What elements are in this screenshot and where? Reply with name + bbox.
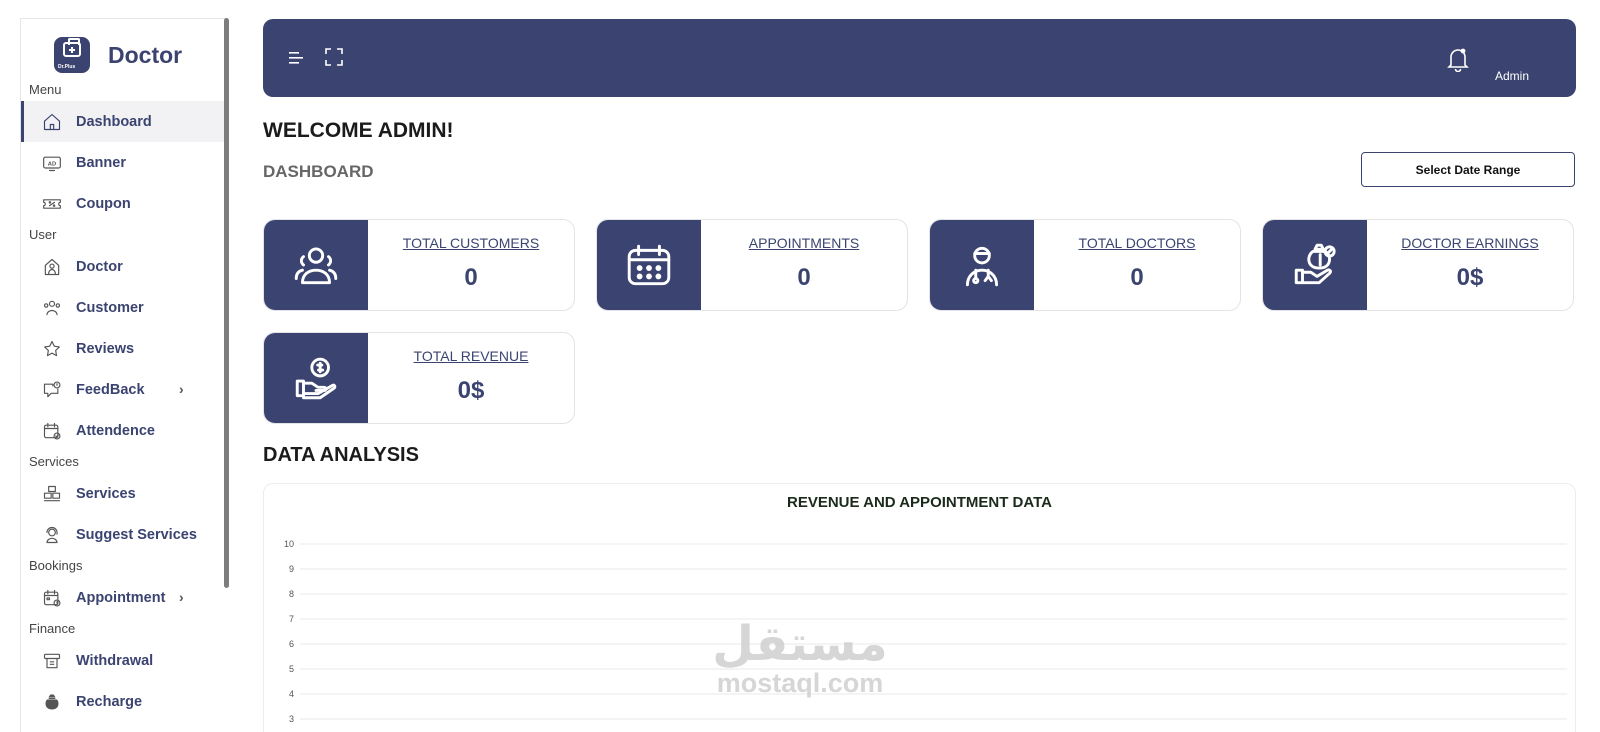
y-tick-label: 10 bbox=[284, 539, 294, 549]
withdraw-icon bbox=[41, 650, 63, 672]
sidebar-item-label: Attendence bbox=[76, 422, 155, 439]
brand[interactable]: Dr.Plus Doctor bbox=[21, 31, 226, 79]
top-bar: Admin bbox=[263, 19, 1576, 97]
sidebar-section-label: Finance bbox=[29, 621, 76, 636]
y-tick-label: 8 bbox=[289, 589, 294, 599]
sidebar-item-recharge[interactable]: Recharge bbox=[21, 681, 226, 722]
stat-label[interactable]: TOTAL CUSTOMERS bbox=[368, 235, 574, 251]
stat-card-total-revenue[interactable]: TOTAL REVENUE 0$ bbox=[263, 332, 575, 424]
support-agent-icon bbox=[41, 524, 63, 546]
stat-card-appointments[interactable]: APPOINTMENTS 0 bbox=[596, 219, 908, 311]
sidebar-item-label: Recharge bbox=[76, 693, 143, 710]
analysis-heading: DATA ANALYSIS bbox=[263, 444, 419, 466]
y-tick-label: 7 bbox=[289, 614, 294, 624]
sidebar-section-label: Menu bbox=[29, 82, 62, 97]
sidebar-item-label: Customer bbox=[76, 299, 144, 316]
brand-name: Doctor bbox=[108, 41, 183, 68]
users-icon bbox=[41, 297, 63, 319]
sidebar-item-dashboard[interactable]: Dashboard bbox=[21, 101, 226, 142]
sidebar-item-appointment[interactable]: Appointment › bbox=[21, 577, 226, 618]
y-tick-label: 5 bbox=[289, 664, 294, 674]
sidebar-section-label: User bbox=[29, 227, 57, 242]
y-tick-label: 4 bbox=[289, 689, 294, 699]
stat-card-total-customers[interactable]: TOTAL CUSTOMERS 0 bbox=[263, 219, 575, 311]
calendar-clock-icon bbox=[41, 587, 63, 609]
watermark: مستقل mostaql.com bbox=[700, 620, 900, 698]
svg-text:AD: AD bbox=[48, 161, 56, 167]
boxes-icon bbox=[41, 483, 63, 505]
home-icon bbox=[41, 111, 63, 133]
sidebar-item-customer[interactable]: Customer bbox=[21, 287, 226, 328]
calendar-icon bbox=[597, 220, 701, 310]
sidebar-section-label: Services bbox=[29, 454, 79, 469]
y-tick-label: 6 bbox=[289, 639, 294, 649]
sidebar-item-label: Coupon bbox=[76, 195, 131, 212]
revenue-chart: REVENUE AND APPOINTMENT DATA 3 4 5 6 7 8 9 10 bbox=[263, 483, 1576, 732]
money-bag-icon bbox=[41, 691, 63, 713]
sidebar-item-label: Doctor bbox=[76, 258, 123, 275]
sidebar-item-banner[interactable]: AD Banner bbox=[21, 142, 226, 183]
earnings-icon bbox=[1263, 220, 1367, 310]
user-name[interactable]: Admin bbox=[1495, 69, 1529, 83]
chevron-right-icon: › bbox=[179, 589, 184, 605]
stat-value: 0 bbox=[797, 264, 811, 291]
watermark-arabic: مستقل bbox=[712, 616, 888, 672]
sidebar-item-label: Services bbox=[76, 485, 136, 502]
medical-bag-icon: Dr.Plus bbox=[54, 37, 90, 73]
date-range-button[interactable]: Select Date Range bbox=[1361, 152, 1575, 187]
customers-icon bbox=[264, 220, 368, 310]
doctor-icon bbox=[930, 220, 1034, 310]
sidebar: Dr.Plus Doctor Menu Dashboard AD Banner Coup… bbox=[20, 18, 226, 732]
welcome-heading: WELCOME ADMIN! bbox=[263, 119, 454, 142]
sidebar-section-label: Bookings bbox=[29, 558, 83, 573]
watermark-latin: mostaql.com bbox=[716, 668, 884, 698]
sidebar-item-label: Suggest Services bbox=[76, 526, 197, 543]
y-tick-label: 3 bbox=[289, 714, 294, 724]
sidebar-item-label: Banner bbox=[76, 154, 126, 171]
stat-label[interactable]: APPOINTMENTS bbox=[701, 235, 907, 251]
sidebar-item-doctor[interactable]: Doctor bbox=[21, 246, 226, 287]
menu-toggle-icon[interactable] bbox=[289, 50, 307, 66]
sidebar-item-feedback[interactable]: FeedBack › bbox=[21, 369, 226, 410]
ad-icon: AD bbox=[41, 152, 63, 174]
stat-card-total-doctors[interactable]: TOTAL DOCTORS 0 bbox=[929, 219, 1241, 311]
stat-label[interactable]: DOCTOR EARNINGS bbox=[1367, 235, 1573, 251]
stat-value: 0$ bbox=[457, 377, 485, 404]
sidebar-item-label: FeedBack bbox=[76, 381, 145, 398]
fullscreen-icon[interactable] bbox=[325, 48, 343, 66]
revenue-icon bbox=[264, 333, 368, 423]
sidebar-item-reviews[interactable]: Reviews bbox=[21, 328, 226, 369]
sidebar-item-label: Dashboard bbox=[76, 113, 152, 130]
y-tick-label: 9 bbox=[289, 564, 294, 574]
stat-value: 0 bbox=[464, 264, 478, 291]
app-root: Dr.Plus Doctor Menu Dashboard AD Banner Coup… bbox=[0, 0, 1600, 732]
stat-value: 0$ bbox=[1456, 264, 1484, 291]
sidebar-item-coupon[interactable]: Coupon bbox=[21, 183, 226, 224]
feedback-icon bbox=[41, 379, 63, 401]
stat-card-doctor-earnings[interactable]: DOCTOR EARNINGS 0$ bbox=[1262, 219, 1574, 311]
chart-plot: 3 4 5 6 7 8 9 10 bbox=[284, 539, 1567, 724]
sidebar-item-withdrawal[interactable]: Withdrawal bbox=[21, 640, 226, 681]
page-title: DASHBOARD bbox=[263, 162, 374, 181]
doctor-icon bbox=[41, 256, 63, 278]
sidebar-item-label: Appointment bbox=[76, 589, 166, 606]
sidebar-nav: Menu Dashboard AD Banner Coupon User Doctor Cus… bbox=[21, 79, 226, 722]
sidebar-scrollbar[interactable] bbox=[224, 18, 229, 588]
bell-icon[interactable] bbox=[1446, 46, 1470, 72]
chevron-right-icon: › bbox=[179, 381, 184, 397]
sidebar-item-label: Withdrawal bbox=[76, 652, 154, 669]
stat-label[interactable]: TOTAL DOCTORS bbox=[1034, 235, 1240, 251]
calendar-check-icon bbox=[41, 420, 63, 442]
sidebar-item-suggest-services[interactable]: Suggest Services bbox=[21, 514, 226, 555]
sidebar-item-attendence[interactable]: Attendence bbox=[21, 410, 226, 451]
sidebar-item-label: Reviews bbox=[76, 340, 135, 357]
coupon-icon bbox=[41, 193, 63, 215]
sidebar-item-services[interactable]: Services bbox=[21, 473, 226, 514]
star-icon bbox=[41, 338, 63, 360]
stat-value: 0 bbox=[1130, 264, 1144, 291]
logo-text: Dr.Plus bbox=[58, 64, 76, 70]
stat-label[interactable]: TOTAL REVENUE bbox=[368, 348, 574, 364]
